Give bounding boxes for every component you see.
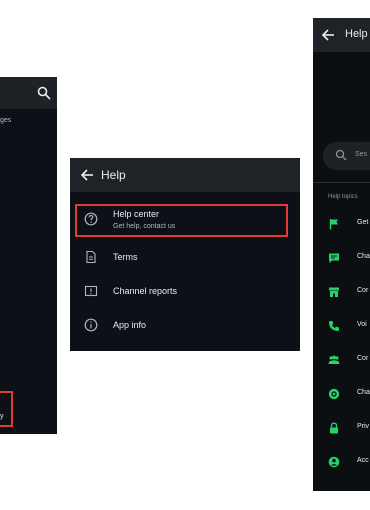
topic-label: Cha [357,389,370,396]
topic-label: Voi [357,321,367,328]
phone-icon [329,321,339,331]
account-icon [328,456,340,468]
topic-item[interactable]: Voi [313,315,370,339]
cropped-text-top: ges [0,117,12,124]
search-icon [335,149,347,161]
topic-label: Cor [357,355,369,362]
topic-item[interactable]: Cor [313,281,370,305]
channel-reports-label: Channel reports [113,286,178,296]
topic-item[interactable]: Priv [313,417,370,441]
search-icon[interactable] [37,86,51,100]
topic-label: Get [357,219,369,226]
help-topics-panel: Help Ses Help topics Get Cha Cor Voi Cor… [313,18,370,491]
document-icon [86,250,96,264]
report-icon [84,285,98,297]
page-title: Help [345,28,368,40]
store-icon [329,287,339,297]
channel-icon [328,388,340,400]
back-arrow-icon[interactable] [80,168,94,182]
topic-label: Acc [357,457,369,464]
flag-icon [329,219,338,230]
menu-item-channel-reports[interactable]: Channel reports [70,276,300,308]
back-arrow-icon[interactable] [321,28,335,42]
info-icon [84,318,98,332]
group-icon [328,355,340,364]
highlight-box [0,391,13,427]
topic-label: Cor [357,287,369,294]
topic-label: Priv [357,423,370,430]
menu-item-app-info[interactable]: App info [70,310,300,342]
help-screen-panel: Help Help center Get help, contact us Te… [70,158,300,351]
section-label: Help topics [328,194,358,200]
topic-label: Cha [357,253,370,260]
topic-item[interactable]: Cha [313,247,370,271]
menu-item-terms[interactable]: Terms [70,242,300,274]
topic-item[interactable]: Get [313,213,370,237]
left-screen-panel: ges y [0,77,57,434]
highlight-box [75,204,288,237]
search-placeholder: Ses [355,151,368,158]
terms-label: Terms [113,252,138,262]
cropped-text-bottom: y [0,413,4,420]
topic-item[interactable]: Acc [313,451,370,475]
divider [313,182,370,183]
page-title: Help [101,168,126,182]
search-input[interactable]: Ses [323,142,370,170]
topic-item[interactable]: Cor [313,349,370,373]
lock-icon [330,422,338,434]
app-info-label: App info [113,320,147,330]
topic-item[interactable]: Cha [313,383,370,407]
chat-icon [329,253,339,263]
